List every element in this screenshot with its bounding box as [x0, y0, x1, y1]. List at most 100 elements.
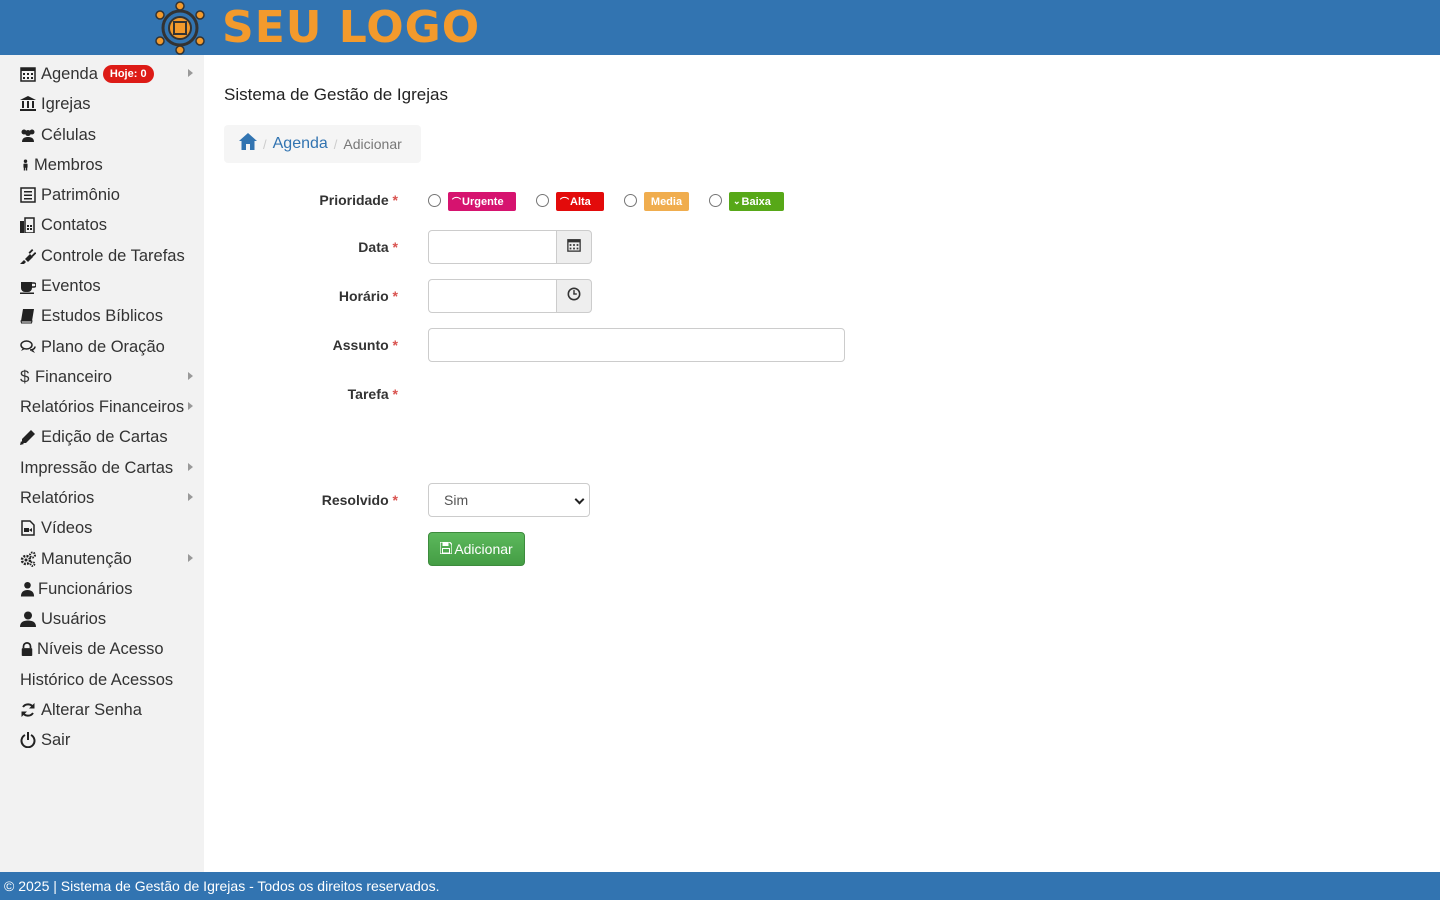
clock-button[interactable] [556, 279, 592, 313]
required-mark: * [392, 337, 398, 353]
priority-label: Media [650, 195, 683, 208]
sidebar-item-label: Edição de Cartas [41, 427, 168, 446]
sidebar-item-edicao-cartas[interactable]: Edição de Cartas [20, 426, 168, 448]
sidebar-item-label: Relatórios Financeiros [20, 397, 185, 416]
priority-urgente-radio[interactable] [428, 194, 441, 207]
sidebar-item-contatos[interactable]: Contatos [20, 214, 107, 236]
sidebar-item-label: Usuários [41, 609, 107, 628]
priority-urgente-badge: ⌒ Urgente [448, 192, 516, 211]
date-input[interactable] [428, 230, 558, 264]
breadcrumb-agenda-link[interactable]: Agenda [273, 135, 328, 153]
clock-icon [567, 287, 581, 306]
logo[interactable]: SEU LOGO [150, 1, 480, 55]
chevron-down-icon: ⌄ [733, 196, 741, 206]
assunto-input[interactable] [428, 328, 845, 362]
label-text: Prioridade [319, 192, 389, 208]
sidebar-item-label: Manutenção [41, 549, 132, 568]
sidebar-item-sair[interactable]: Sair [20, 729, 70, 751]
sidebar-item-label: Patrimônio [41, 185, 120, 204]
bank-icon [20, 96, 38, 112]
sidebar-item-alterar-senha[interactable]: Alterar Senha [20, 699, 142, 721]
sidebar-item-plano-oracao[interactable]: Plano de Oração [20, 336, 165, 358]
sidebar-item-label: Vídeos [41, 518, 93, 537]
sidebar-item-label: Igrejas [41, 94, 91, 113]
user-icon [20, 581, 35, 597]
sidebar-item-niveis-acesso[interactable]: Níveis de Acesso [20, 638, 164, 660]
add-button[interactable]: Adicionar [428, 532, 525, 566]
sidebar-item-manutencao[interactable]: Manutenção [20, 548, 132, 570]
priority-media-radio[interactable] [624, 194, 637, 207]
label-text: Data [358, 239, 389, 255]
priority-baixa-radio[interactable] [709, 194, 722, 207]
refresh-icon [20, 702, 38, 718]
add-button-label: Adicionar [454, 541, 513, 557]
chevron-up-icon: ⌒ [452, 197, 462, 207]
calendar-icon [567, 238, 581, 257]
sidebar-item-label: Alterar Senha [41, 700, 142, 719]
dollar-icon: $ [20, 367, 30, 386]
save-icon [439, 541, 454, 557]
submenu-arrow-icon [188, 493, 193, 501]
sidebar-item-label: Controle de Tarefas [41, 246, 185, 265]
sidebar-item-relatorios-financeiros[interactable]: Relatórios Financeiros [20, 396, 184, 418]
chevron-up-icon: ⌒ [560, 197, 570, 207]
required-mark: * [392, 288, 398, 304]
sidebar-item-agenda[interactable]: Agenda Hoje: 0 [20, 63, 154, 85]
footer: © 2025 | Sistema de Gestão de Igrejas - … [0, 872, 1440, 900]
priority-label: Alta [570, 195, 591, 208]
sidebar-item-usuarios[interactable]: Usuários [20, 608, 106, 630]
assunto-label: Assunto * [198, 337, 398, 353]
priority-alta-badge: ⌒ Alta [556, 192, 604, 211]
sidebar-item-label: Células [41, 125, 97, 144]
sidebar-item-label: Histórico de Acessos [20, 670, 174, 689]
resolvido-select[interactable]: Sim [428, 483, 590, 517]
sidebar-item-label: Impressão de Cartas [20, 458, 174, 477]
sidebar-item-label: Estudos Bíblicos [41, 306, 163, 325]
sidebar-item-celulas[interactable]: Células [20, 124, 96, 146]
sidebar-item-controle-tarefas[interactable]: Controle de Tarefas [20, 245, 185, 267]
sidebar-item-financeiro[interactable]: $ Financeiro [20, 366, 112, 388]
label-text: Resolvido [321, 492, 389, 508]
top-header: SEU LOGO [0, 0, 1440, 55]
sidebar: Agenda Hoje: 0 Igrejas Células Membros P… [0, 55, 204, 872]
horario-label: Horário * [198, 288, 398, 304]
sidebar-item-funcionarios[interactable]: Funcionários [20, 578, 132, 600]
sidebar-item-label: Membros [34, 155, 103, 174]
priority-label: Baixa [741, 195, 771, 208]
sidebar-item-igrejas[interactable]: Igrejas [20, 93, 91, 115]
calendar-button[interactable] [556, 230, 592, 264]
lock-icon [20, 641, 34, 657]
priority-alta-radio[interactable] [536, 194, 549, 207]
sidebar-item-videos[interactable]: Vídeos [20, 517, 92, 539]
time-input[interactable] [428, 279, 558, 313]
priority-label: Urgente [462, 195, 504, 208]
chevron-down-icon [574, 494, 585, 505]
resolvido-label: Resolvido * [198, 492, 398, 508]
sidebar-item-membros[interactable]: Membros [20, 154, 103, 176]
sidebar-item-estudos-biblicos[interactable]: Estudos Bíblicos [20, 305, 163, 327]
sidebar-item-patrimonio[interactable]: Patrimônio [20, 184, 120, 206]
submenu-arrow-icon [188, 554, 193, 562]
breadcrumb-separator: / [333, 136, 338, 152]
prioridade-label: Prioridade * [198, 192, 398, 208]
submenu-arrow-icon [188, 463, 193, 471]
sidebar-item-eventos[interactable]: Eventos [20, 275, 101, 297]
label-text: Horário [338, 288, 389, 304]
sidebar-item-label: Contatos [41, 215, 108, 234]
sidebar-item-label: Agenda [41, 64, 98, 83]
pencil-icon [20, 429, 38, 445]
male-icon [20, 157, 31, 173]
sidebar-item-label: Relatórios [20, 488, 95, 507]
sidebar-item-label: Níveis de Acesso [37, 639, 164, 658]
submenu-arrow-icon [188, 372, 193, 380]
today-badge: Hoje: 0 [102, 65, 154, 83]
calendar-icon [20, 66, 38, 82]
sidebar-item-historico-acessos[interactable]: Histórico de Acessos [20, 669, 173, 691]
plug-icon [20, 248, 38, 264]
priority-baixa-badge: ⌄ Baixa [729, 192, 784, 211]
required-mark: * [392, 239, 398, 255]
sidebar-item-impressao-cartas[interactable]: Impressão de Cartas [20, 457, 173, 479]
sidebar-item-relatorios[interactable]: Relatórios [20, 487, 94, 509]
home-icon[interactable] [239, 133, 257, 155]
required-mark: * [392, 386, 398, 402]
